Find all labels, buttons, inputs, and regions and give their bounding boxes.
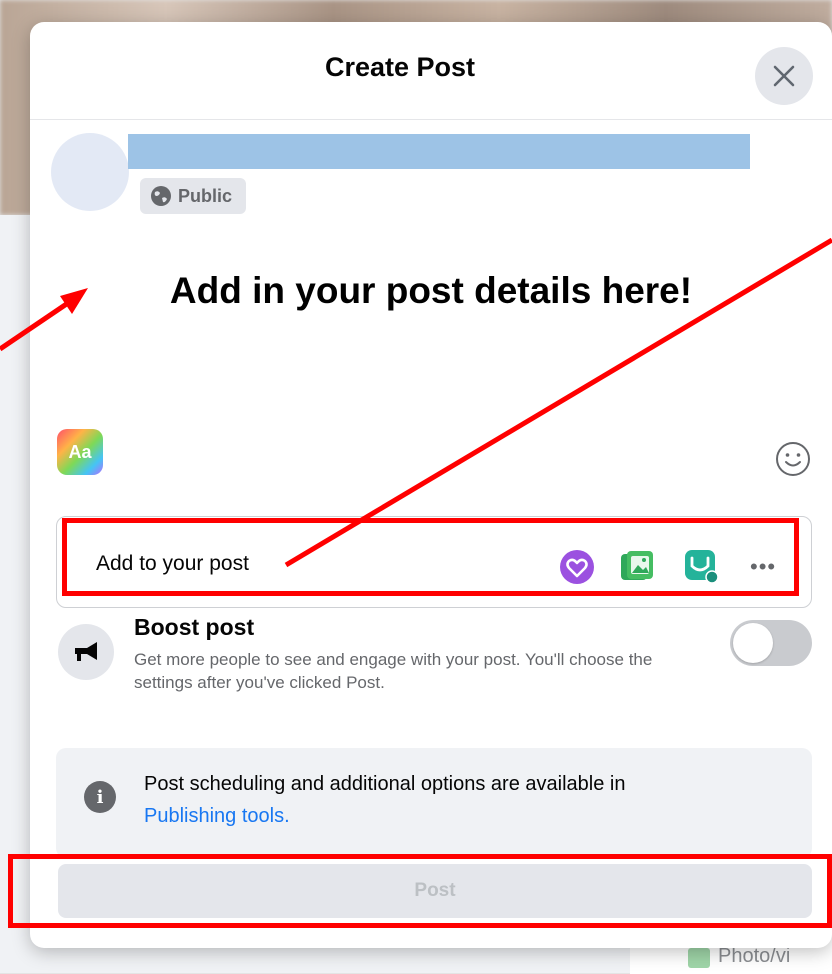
boost-post-description: Get more people to see and engage with y… [134, 650, 653, 692]
info-icon: i [84, 781, 116, 813]
create-post-dialog: Create Post Public Add in your post deta… [30, 22, 832, 948]
privacy-selector-button[interactable]: Public [140, 178, 247, 214]
boost-post-toggle[interactable] [730, 620, 812, 666]
avatar [51, 133, 129, 211]
background-photo-label: Photo/vi [718, 945, 791, 967]
background-photo-icon [688, 948, 710, 968]
boost-post-title: Boost post [134, 614, 255, 640]
publishing-info-message: Post scheduling and additional options a… [144, 773, 626, 795]
emoji-icon[interactable] [774, 440, 812, 478]
post-text-input[interactable]: Add in your post details here! [30, 270, 832, 312]
globe-icon [151, 186, 171, 206]
publishing-tools-link[interactable]: Publishing tools. [144, 805, 290, 827]
annotation-box-post-button [8, 854, 832, 928]
dialog-header: Create Post [30, 22, 832, 120]
toggle-knob [733, 623, 773, 663]
user-name-redacted [128, 134, 750, 169]
close-button[interactable] [755, 47, 813, 105]
dialog-title: Create Post [324, 52, 476, 82]
text-background-icon[interactable]: Aa [57, 429, 103, 475]
privacy-label: Public [178, 185, 233, 206]
close-icon [773, 65, 795, 87]
publishing-info-text: Post scheduling and additional options a… [144, 768, 764, 832]
megaphone-icon [58, 624, 114, 680]
annotation-box-add-to-post [62, 518, 799, 596]
